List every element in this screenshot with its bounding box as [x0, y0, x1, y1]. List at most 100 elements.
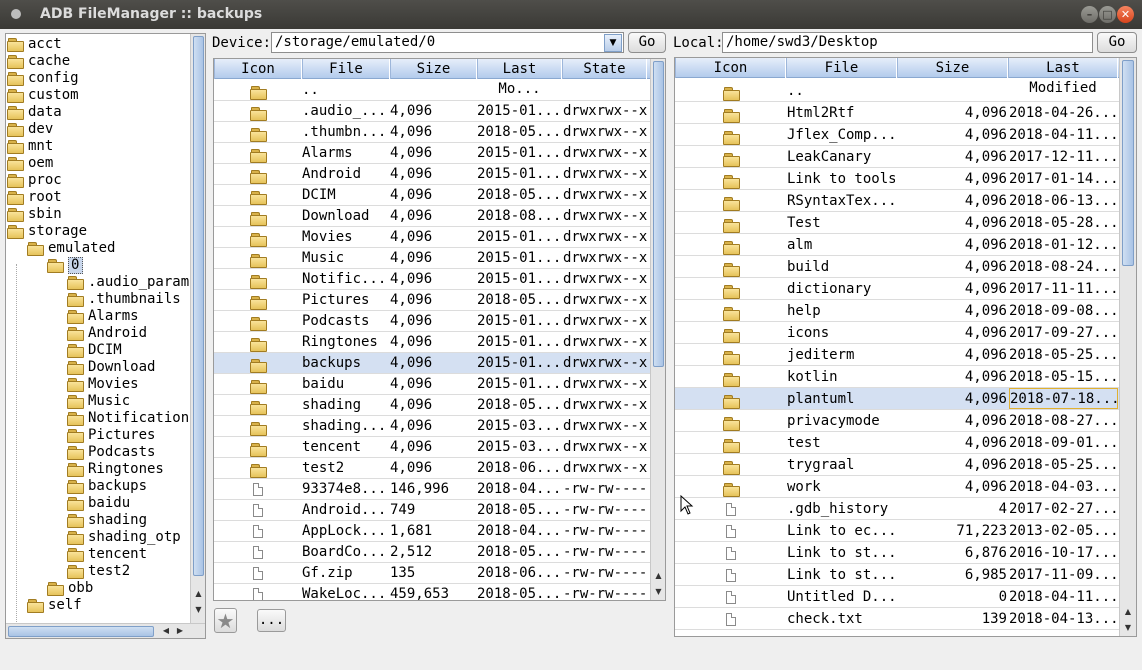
scroll-left-arrow[interactable]: ◀: [160, 624, 172, 638]
file-name: Gf.zip: [302, 565, 353, 581]
table-row[interactable]: 93374e8... 146,996 2018-04... -rw-rw----: [214, 479, 650, 500]
column-header[interactable]: Last Modified: [1008, 58, 1118, 96]
table-row[interactable]: Link to tools 4,096 2017-01-14...: [675, 168, 1119, 190]
table-row[interactable]: plantuml 4,096 2018-07-18...: [675, 388, 1119, 410]
table-row[interactable]: ..: [214, 80, 650, 101]
table-row[interactable]: DCIM 4,096 2018-05... drwxrwx--x: [214, 185, 650, 206]
minimize-button[interactable]: –: [1081, 6, 1098, 23]
scroll-up-arrow[interactable]: ▲: [651, 569, 665, 583]
table-row[interactable]: jediterm 4,096 2018-05-25...: [675, 344, 1119, 366]
table-row[interactable]: dictionary 4,096 2017-11-11...: [675, 278, 1119, 300]
file-date: 2018-06...: [477, 460, 561, 476]
column-header[interactable]: State: [562, 59, 647, 79]
scroll-down-arrow[interactable]: ▼: [651, 585, 665, 599]
table-row[interactable]: privacymode 4,096 2018-08-27...: [675, 410, 1119, 432]
scroll-right-arrow[interactable]: ▶: [174, 624, 186, 638]
more-button[interactable]: ...: [257, 609, 286, 632]
column-header[interactable]: Size: [897, 58, 1008, 78]
table-row[interactable]: Jflex_Comp... 4,096 2018-04-11...: [675, 124, 1119, 146]
tree-vertical-scrollbar[interactable]: ▲ ▼: [190, 34, 205, 623]
file-state: drwxrwx--x: [563, 229, 648, 245]
table-row[interactable]: check.txt 139 2018-04-13...: [675, 608, 1119, 630]
table-row[interactable]: ..: [675, 80, 1119, 102]
device-go-button[interactable]: Go: [628, 32, 666, 53]
table-row[interactable]: backups 4,096 2015-01... drwxrwx--x: [214, 353, 650, 374]
column-header[interactable]: Icon: [675, 58, 786, 78]
table-row[interactable]: Pictures 4,096 2018-05... drwxrwx--x: [214, 290, 650, 311]
table-row[interactable]: work 4,096 2018-04-03...: [675, 476, 1119, 498]
table-row[interactable]: Test 4,096 2018-05-28...: [675, 212, 1119, 234]
device-path-dropdown-button[interactable]: ▼: [604, 34, 622, 52]
column-header[interactable]: Icon: [214, 59, 302, 79]
column-header[interactable]: File: [302, 59, 390, 79]
folder-icon: [722, 153, 740, 167]
icon-cell: [675, 432, 786, 453]
table-row[interactable]: .gdb_history 4 2017-02-27...: [675, 498, 1119, 520]
favorite-button[interactable]: ★: [214, 608, 237, 633]
scrollbar-thumb[interactable]: [1122, 60, 1134, 266]
table-row[interactable]: baidu 4,096 2015-01... drwxrwx--x: [214, 374, 650, 395]
maximize-button[interactable]: □: [1099, 6, 1116, 23]
file-size: 4,096: [390, 334, 433, 350]
scroll-down-arrow[interactable]: ▼: [1120, 621, 1136, 635]
table-row[interactable]: Android... 749 2018-05... -rw-rw----: [214, 500, 650, 521]
table-row[interactable]: Link to st... 6,876 2016-10-17...: [675, 542, 1119, 564]
table-row[interactable]: .audio_... 4,096 2015-01... drwxrwx--x: [214, 101, 650, 122]
device-vertical-scrollbar[interactable]: ▲ ▼: [650, 59, 665, 600]
file-date: 2015-01...: [477, 103, 561, 119]
table-row[interactable]: shading 4,096 2018-05... drwxrwx--x: [214, 395, 650, 416]
column-header[interactable]: File: [786, 58, 897, 78]
folder-icon: [67, 565, 84, 579]
table-row[interactable]: build 4,096 2018-08-24...: [675, 256, 1119, 278]
table-row[interactable]: LeakCanary 4,096 2017-12-11...: [675, 146, 1119, 168]
table-row[interactable]: Movies 4,096 2015-01... drwxrwx--x: [214, 227, 650, 248]
table-row[interactable]: BoardCo... 2,512 2018-05... -rw-rw----: [214, 542, 650, 563]
table-row[interactable]: Music 4,096 2015-01... drwxrwx--x: [214, 248, 650, 269]
table-row[interactable]: Gf.zip 135 2018-06... -rw-rw----: [214, 563, 650, 584]
table-row[interactable]: kotlin 4,096 2018-05-15...: [675, 366, 1119, 388]
table-row[interactable]: help 4,096 2018-09-08...: [675, 300, 1119, 322]
table-row[interactable]: Podcasts 4,096 2015-01... drwxrwx--x: [214, 311, 650, 332]
folder-icon: [250, 86, 267, 100]
column-header[interactable]: Last Mo...: [477, 59, 562, 97]
table-row[interactable]: Ringtones 4,096 2015-01... drwxrwx--x: [214, 332, 650, 353]
tree-item-label: custom: [28, 87, 79, 103]
column-header[interactable]: Size: [390, 59, 477, 79]
table-row[interactable]: Html2Rtf 4,096 2018-04-26...: [675, 102, 1119, 124]
table-row[interactable]: alm 4,096 2018-01-12...: [675, 234, 1119, 256]
folder-icon: [250, 464, 267, 478]
table-row[interactable]: test 4,096 2018-09-01...: [675, 432, 1119, 454]
table-row[interactable]: Link to st... 6,985 2017-11-09...: [675, 564, 1119, 586]
table-row[interactable]: Download 4,096 2018-08... drwxrwx--x: [214, 206, 650, 227]
folder-icon: [7, 106, 24, 120]
table-row[interactable]: RSyntaxTex... 4,096 2018-06-13...: [675, 190, 1119, 212]
scrollbar-thumb[interactable]: [653, 61, 664, 367]
table-row[interactable]: icons 4,096 2017-09-27...: [675, 322, 1119, 344]
scrollbar-thumb[interactable]: [193, 36, 204, 576]
close-button[interactable]: ✕: [1117, 6, 1134, 23]
tree-horizontal-scrollbar[interactable]: ◀ ▶: [6, 623, 205, 638]
device-path-combo[interactable]: /storage/emulated/0: [271, 32, 624, 53]
table-row[interactable]: .thumbn... 4,096 2018-05... drwxrwx--x: [214, 122, 650, 143]
table-row[interactable]: Untitled D... 0 2018-04-11...: [675, 586, 1119, 608]
file-name: check.txt: [787, 611, 863, 627]
table-row[interactable]: Notific... 4,096 2015-01... drwxrwx--x: [214, 269, 650, 290]
file-state: drwxrwx--x: [563, 355, 648, 371]
table-row[interactable]: Android 4,096 2015-01... drwxrwx--x: [214, 164, 650, 185]
table-row[interactable]: test2 4,096 2018-06... drwxrwx--x: [214, 458, 650, 479]
local-path-field[interactable]: /home/swd3/Desktop: [722, 32, 1093, 53]
table-row[interactable]: shading... 4,096 2015-03... drwxrwx--x: [214, 416, 650, 437]
table-row[interactable]: tencent 4,096 2015-03... drwxrwx--x: [214, 437, 650, 458]
table-row[interactable]: trygraal 4,096 2018-05-25...: [675, 454, 1119, 476]
local-go-button[interactable]: Go: [1097, 32, 1137, 53]
scrollbar-thumb[interactable]: [8, 626, 154, 637]
folder-icon: [67, 293, 84, 307]
table-row[interactable]: AppLock... 1,681 2018-04... -rw-rw----: [214, 521, 650, 542]
scroll-down-arrow[interactable]: ▼: [191, 603, 205, 617]
table-row[interactable]: WakeLoc... 459,653 2018-05... -rw-rw----: [214, 584, 650, 600]
scroll-up-arrow[interactable]: ▲: [191, 587, 205, 601]
table-row[interactable]: Alarms 4,096 2015-01... drwxrwx--x: [214, 143, 650, 164]
table-row[interactable]: Link to ec... 71,223 2013-02-05...: [675, 520, 1119, 542]
scroll-up-arrow[interactable]: ▲: [1120, 605, 1136, 619]
local-vertical-scrollbar[interactable]: ▲ ▼: [1119, 58, 1136, 636]
